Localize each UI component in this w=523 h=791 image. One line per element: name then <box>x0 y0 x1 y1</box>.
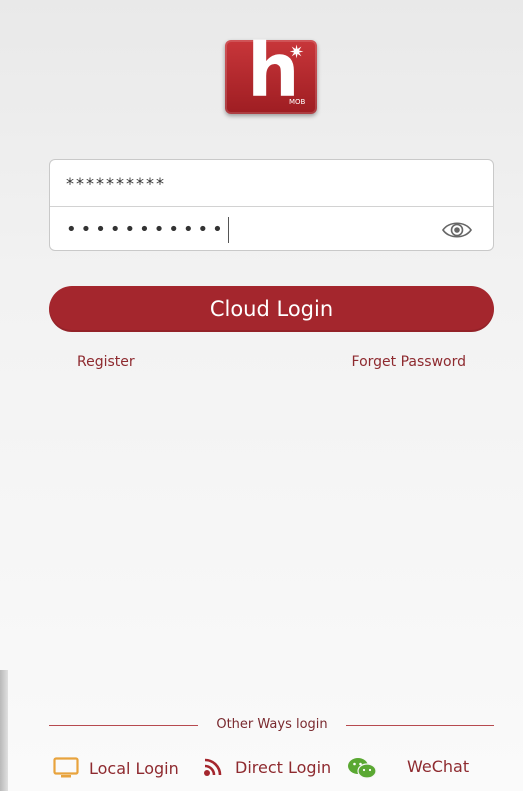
local-login-label: Local Login <box>89 758 179 778</box>
forget-password-link[interactable]: Forget Password <box>352 354 466 370</box>
login-screen: h ✷ MOB ********** ••••••••••• Cloud Log… <box>0 0 523 791</box>
text-cursor <box>227 216 229 243</box>
divider-right <box>346 725 494 726</box>
password-value: ••••••••••• <box>66 219 227 240</box>
app-logo: h ✷ MOB <box>225 34 317 114</box>
eye-icon[interactable] <box>441 219 473 241</box>
other-ways-title: Other Ways login <box>216 717 328 732</box>
wifi-signal-icon <box>204 758 222 776</box>
local-login-button[interactable]: Local Login <box>53 757 179 779</box>
wechat-icon <box>348 758 377 779</box>
register-link[interactable]: Register <box>77 354 135 370</box>
direct-login-button[interactable]: Direct Login <box>203 757 331 777</box>
cloud-login-button[interactable]: Cloud Login <box>49 286 494 332</box>
monitor-icon <box>53 757 79 778</box>
edge-shadow <box>0 670 8 791</box>
direct-login-label: Direct Login <box>235 757 332 777</box>
password-input[interactable]: ••••••••••• <box>50 206 493 252</box>
wechat-login-button[interactable] <box>347 757 377 779</box>
divider-left <box>49 725 198 726</box>
wechat-login-label-wrap[interactable]: WeChat <box>407 757 469 776</box>
wechat-login-label: WeChat <box>407 757 470 776</box>
username-value: ********** <box>66 173 166 193</box>
cloud-login-label: Cloud Login <box>209 297 334 321</box>
username-input[interactable]: ********** <box>50 160 493 206</box>
login-form: ********** ••••••••••• <box>49 159 494 251</box>
logo-subtext: MOB <box>289 98 306 106</box>
logo-star-icon: ✷ <box>289 42 305 63</box>
